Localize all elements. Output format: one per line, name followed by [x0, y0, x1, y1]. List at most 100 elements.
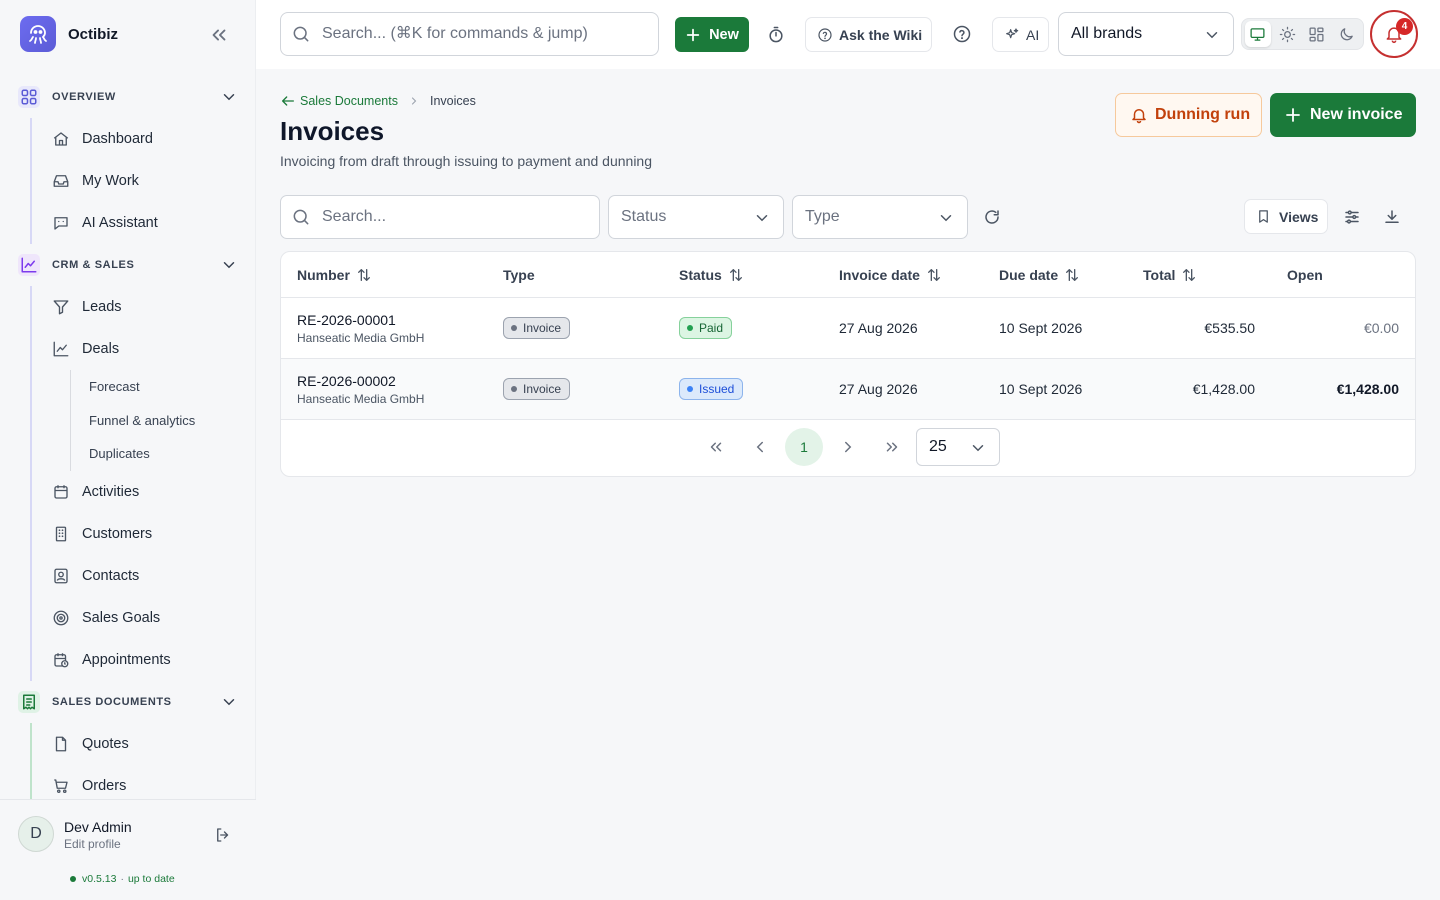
command-search[interactable]: [280, 12, 659, 56]
section-sales-documents[interactable]: SALES DOCUMENTS: [0, 681, 256, 723]
sidebar-subitem-duplicates[interactable]: Duplicates: [71, 437, 256, 471]
last-page-icon[interactable]: [873, 428, 911, 466]
status-filter-select[interactable]: Status: [608, 195, 784, 239]
notifications-button[interactable]: 4: [1370, 10, 1418, 58]
trend-chart-icon: [52, 340, 70, 358]
table-row[interactable]: RE-2026-00002 Hanseatic Media GmbH Invoi…: [281, 359, 1415, 420]
avatar[interactable]: D: [18, 816, 54, 852]
ask-wiki-button[interactable]: Ask the Wiki: [805, 17, 932, 52]
sidebar-item-label: Leads: [82, 299, 122, 315]
sidebar-item-customers[interactable]: Customers: [32, 513, 256, 555]
chevron-down-icon[interactable]: [220, 88, 238, 106]
sliders-icon[interactable]: [1343, 208, 1361, 226]
sort-icon: [1181, 267, 1197, 283]
version-number: v0.5.13: [82, 873, 117, 885]
sidebar-item-quotes[interactable]: Quotes: [32, 723, 256, 765]
bookmark-icon: [1256, 209, 1271, 224]
command-search-input[interactable]: [322, 25, 642, 43]
chart-line-icon: [18, 254, 40, 276]
sidebar-item-appointments[interactable]: Appointments: [32, 639, 256, 681]
page-title: Invoices: [280, 116, 385, 146]
views-button[interactable]: Views: [1244, 199, 1328, 234]
column-label: Invoice date: [839, 267, 920, 283]
new-invoice-button[interactable]: New invoice: [1270, 93, 1416, 137]
document-icon: [52, 735, 70, 753]
column-header-type: Type: [503, 267, 535, 283]
next-page-icon[interactable]: [829, 428, 867, 466]
logout-icon[interactable]: [214, 826, 232, 844]
column-header-due-date[interactable]: Due date: [999, 267, 1080, 283]
page-number-button[interactable]: 1: [785, 428, 823, 466]
chevron-down-icon[interactable]: [220, 256, 238, 274]
sun-icon[interactable]: [1275, 21, 1301, 47]
version-status-text: up to date: [127, 873, 175, 885]
sidebar-item-ai-assistant[interactable]: AI Assistant: [32, 202, 256, 244]
badge-dot: [511, 325, 517, 331]
dunning-run-button[interactable]: Dunning run: [1115, 93, 1262, 137]
page-size-value: 25: [929, 438, 947, 455]
invoice-number[interactable]: RE-2026-00002: [297, 373, 396, 389]
ai-button[interactable]: AI: [992, 17, 1049, 52]
arrow-left-icon: [280, 93, 296, 109]
download-icon[interactable]: [1383, 208, 1401, 226]
brand[interactable]: Octibiz: [20, 16, 118, 52]
refresh-icon[interactable]: [983, 208, 1001, 226]
type-badge-label: Invoice: [523, 382, 562, 396]
sidebar-item-leads[interactable]: Leads: [32, 286, 256, 328]
sidebar-item-orders[interactable]: Orders: [32, 765, 256, 801]
previous-page-icon[interactable]: [741, 428, 779, 466]
column-header-total[interactable]: Total: [1143, 267, 1197, 283]
brand-select[interactable]: All brands: [1058, 12, 1234, 56]
page-size-select[interactable]: 25: [916, 428, 1000, 466]
column-label: Due date: [999, 267, 1059, 283]
pagination: 1 25: [281, 420, 1415, 476]
invoice-date: 27 Aug 2026: [839, 320, 918, 336]
sidebar-item-dashboard[interactable]: Dashboard: [32, 118, 256, 160]
moon-icon[interactable]: [1334, 21, 1360, 47]
sidebar-item-contacts[interactable]: Contacts: [32, 555, 256, 597]
edit-profile-link[interactable]: Edit profile: [64, 837, 121, 851]
column-label: Total: [1143, 267, 1176, 283]
type-filter-select[interactable]: Type: [792, 195, 968, 239]
column-header-invoice-date[interactable]: Invoice date: [839, 267, 942, 283]
section-crm-sales[interactable]: CRM & SALES: [0, 244, 256, 286]
invoice-search-input[interactable]: [322, 208, 582, 226]
new-button[interactable]: New: [675, 17, 749, 52]
sidebar-item-my-work[interactable]: My Work: [32, 160, 256, 202]
column-header-status[interactable]: Status: [679, 267, 744, 283]
type-badge: Invoice: [503, 317, 571, 339]
bell-icon: [1130, 106, 1148, 124]
desktop-mode-icon[interactable]: [1245, 21, 1271, 47]
type-badge-label: Invoice: [523, 321, 562, 335]
sidebar-item-label: Orders: [82, 777, 127, 794]
column-header-number[interactable]: Number: [297, 267, 372, 283]
section-overview[interactable]: OVERVIEW: [0, 76, 256, 118]
crm-group: Leads Deals Forecast Funnel & analytics …: [30, 286, 256, 681]
status-badge-label: Paid: [699, 321, 724, 335]
sidebar-subitem-forecast[interactable]: Forecast: [71, 370, 256, 404]
sidebar-item-sales-goals[interactable]: Sales Goals: [32, 597, 256, 639]
collapse-sidebar-icon[interactable]: [208, 24, 230, 46]
sidebar-item-label: Quotes: [82, 735, 129, 752]
stopwatch-icon[interactable]: [766, 25, 786, 45]
column-label: Type: [503, 267, 535, 283]
sidebar-item-activities[interactable]: Activities: [32, 471, 256, 513]
sidebar-subitem-funnel-analytics[interactable]: Funnel & analytics: [71, 404, 256, 438]
sidebar-item-label: My Work: [82, 173, 139, 189]
invoice-number[interactable]: RE-2026-00001: [297, 312, 396, 328]
chevron-down-icon[interactable]: [220, 693, 238, 711]
help-icon[interactable]: [952, 24, 972, 44]
table-row[interactable]: RE-2026-00001 Hanseatic Media GmbH Invoi…: [281, 298, 1415, 359]
sort-icon: [926, 267, 942, 283]
invoices-table: Number Type Status Invoice date Due date…: [280, 251, 1416, 477]
breadcrumb-parent-link[interactable]: Sales Documents: [280, 93, 398, 109]
breadcrumb-current: Invoices: [429, 94, 476, 108]
sidebar-item-deals[interactable]: Deals: [32, 328, 256, 370]
first-page-icon[interactable]: [697, 428, 735, 466]
badge-dot: [687, 386, 693, 392]
octopus-logo-icon: [20, 16, 56, 52]
status-dot: [70, 876, 76, 882]
deals-subnav: Forecast Funnel & analytics Duplicates: [70, 370, 256, 471]
dashboard-layout-icon[interactable]: [1304, 21, 1330, 47]
invoice-search[interactable]: [280, 195, 600, 239]
